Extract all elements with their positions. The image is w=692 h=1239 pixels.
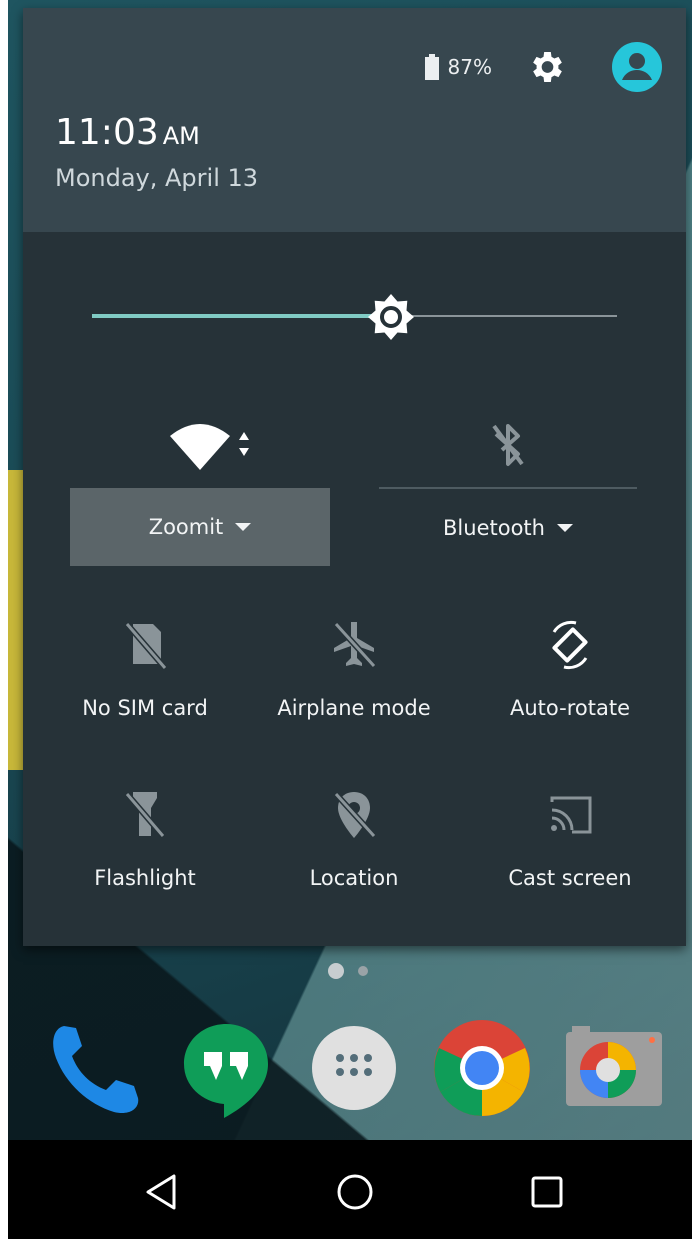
date: Monday, April 13: [55, 164, 259, 192]
battery-percentage: 87%: [447, 55, 492, 79]
bluetooth-divider: [379, 487, 637, 489]
brightness-slider-fill: [92, 314, 392, 318]
wifi-icon[interactable]: [168, 418, 258, 472]
page-dot-active: [328, 963, 344, 979]
app-drawer-icon[interactable]: [304, 1018, 404, 1118]
tile-cast-screen[interactable]: Cast screen: [460, 788, 680, 938]
phone-icon[interactable]: [46, 1018, 146, 1118]
back-icon[interactable]: [140, 1170, 184, 1214]
page-indicator: [328, 963, 368, 979]
tile-no-sim[interactable]: No SIM card: [35, 618, 255, 768]
brightness-slider-thumb[interactable]: [368, 294, 415, 340]
tile-label: Flashlight: [94, 866, 196, 890]
hangouts-icon[interactable]: [176, 1018, 276, 1118]
dropdown-caret-icon: [235, 523, 252, 531]
flashlight-off-icon: [124, 792, 166, 838]
airplane-off-icon: [333, 621, 377, 669]
page-dot: [358, 966, 368, 976]
clock-ampm: AM: [162, 122, 200, 150]
tile-label: Cast screen: [508, 866, 632, 890]
tile-label: Auto-rotate: [509, 696, 630, 720]
dropdown-caret-icon: [556, 524, 573, 532]
tile-auto-rotate[interactable]: Auto-rotate: [460, 618, 680, 768]
tile-flashlight[interactable]: Flashlight: [35, 788, 255, 938]
phone-screen: 87% 11:03 AM Monday, April 13 Zoomit Blu…: [8, 0, 692, 1239]
gear-icon[interactable]: [526, 47, 566, 87]
no-sim-icon: [124, 622, 168, 670]
quick-settings-header: 87% 11:03 AM Monday, April 13: [23, 8, 686, 232]
wifi-dropdown[interactable]: Zoomit: [70, 488, 330, 566]
camera-icon[interactable]: [562, 1018, 662, 1118]
wallpaper-accent: [8, 470, 24, 770]
tile-label: Airplane mode: [277, 696, 431, 720]
chrome-icon[interactable]: [432, 1018, 532, 1118]
clock: 11:03 AM: [55, 112, 200, 153]
tile-label: Location: [309, 866, 399, 890]
status-row: 87%: [424, 42, 662, 92]
bluetooth-label: Bluetooth: [443, 516, 545, 540]
auto-rotate-icon: [552, 620, 588, 670]
bluetooth-off-icon[interactable]: [488, 420, 528, 470]
clock-time: 11:03: [55, 112, 159, 153]
bluetooth-dropdown[interactable]: Bluetooth: [379, 490, 637, 566]
wifi-network-name: Zoomit: [148, 515, 224, 539]
battery-icon: [424, 54, 439, 80]
location-off-icon: [333, 791, 377, 839]
tile-label: No SIM card: [82, 696, 208, 720]
home-icon[interactable]: [333, 1170, 377, 1214]
quick-settings-panel: 87% 11:03 AM Monday, April 13 Zoomit Blu…: [23, 8, 686, 946]
user-avatar-icon[interactable]: [612, 42, 662, 92]
recents-icon[interactable]: [525, 1170, 569, 1214]
cast-icon: [550, 796, 592, 834]
tile-location[interactable]: Location: [244, 788, 464, 938]
tile-airplane-mode[interactable]: Airplane mode: [244, 618, 464, 768]
